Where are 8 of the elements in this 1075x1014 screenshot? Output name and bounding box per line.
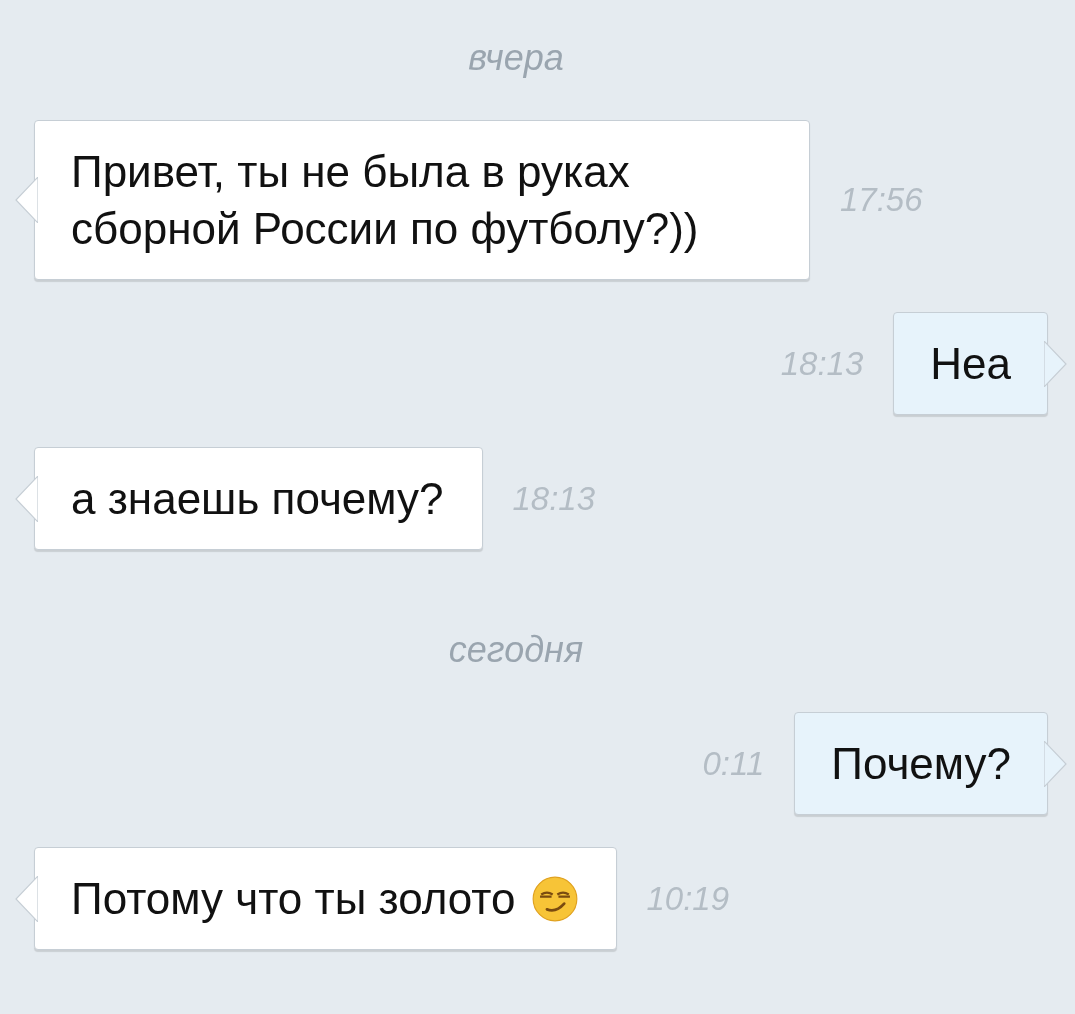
smiley-icon — [531, 875, 578, 922]
message-text: Потому что ты золото — [71, 873, 516, 925]
message-text: Неа — [930, 338, 1011, 390]
message-text: Почему? — [831, 738, 1011, 790]
date-divider: сегодня — [448, 628, 584, 672]
date-divider: вчера — [468, 36, 564, 80]
message-text: Привет, ты не была в руках сборной России по футболу?)) — [71, 146, 700, 255]
message-text: а знаешь почему? — [71, 473, 444, 525]
